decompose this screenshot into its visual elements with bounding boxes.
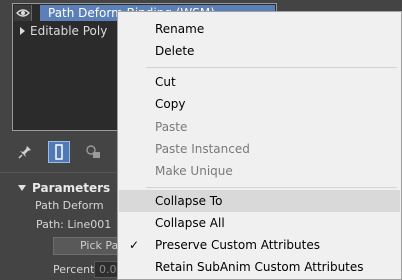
menu-item-make-unique: Make Unique [155, 164, 233, 178]
rollout-title: Parameters [32, 181, 111, 195]
menu-item-preserve-custom-attributes[interactable]: ✓ Preserve Custom Attributes [119, 234, 400, 256]
menu-item-copy[interactable]: Copy [119, 93, 400, 115]
menu-separator [146, 67, 397, 68]
eye-icon[interactable] [14, 5, 32, 21]
percent-label: Percent [53, 263, 95, 276]
path-label: Path: Line001 [36, 218, 112, 231]
menu-item-paste-instanced: Paste Instanced [155, 142, 250, 156]
checkmark-icon: ✓ [129, 238, 140, 252]
menu-item-label: Preserve Custom Attributes [155, 238, 320, 252]
menu-item-retain-subanim-custom-attributes[interactable]: Retain SubAnim Custom Attributes [119, 256, 400, 278]
group-label: Path Deform [35, 199, 104, 212]
make-unique-icon[interactable] [82, 140, 106, 164]
triangle-right-icon[interactable] [14, 27, 30, 35]
menu-item-collapse-to[interactable]: Collapse To [119, 190, 400, 212]
menu-item-collapse-all[interactable]: Collapse All [119, 212, 400, 234]
menu-item-delete[interactable]: Delete [119, 40, 400, 62]
triangle-down-icon [18, 185, 26, 191]
show-end-result-icon[interactable] [48, 141, 70, 163]
menu-item-cut[interactable]: Cut [119, 71, 400, 93]
menu-item-rename[interactable]: Rename [119, 18, 400, 40]
rollout-header[interactable]: Parameters [18, 181, 110, 195]
context-menu: Rename Delete Cut Copy Paste Paste Insta… [117, 11, 402, 280]
pin-icon[interactable] [14, 140, 36, 164]
stack-item-label: Editable Poly [30, 24, 108, 38]
menu-item-paste: Paste [155, 120, 188, 134]
stack-toolbar [14, 140, 124, 164]
menu-separator [146, 187, 397, 188]
